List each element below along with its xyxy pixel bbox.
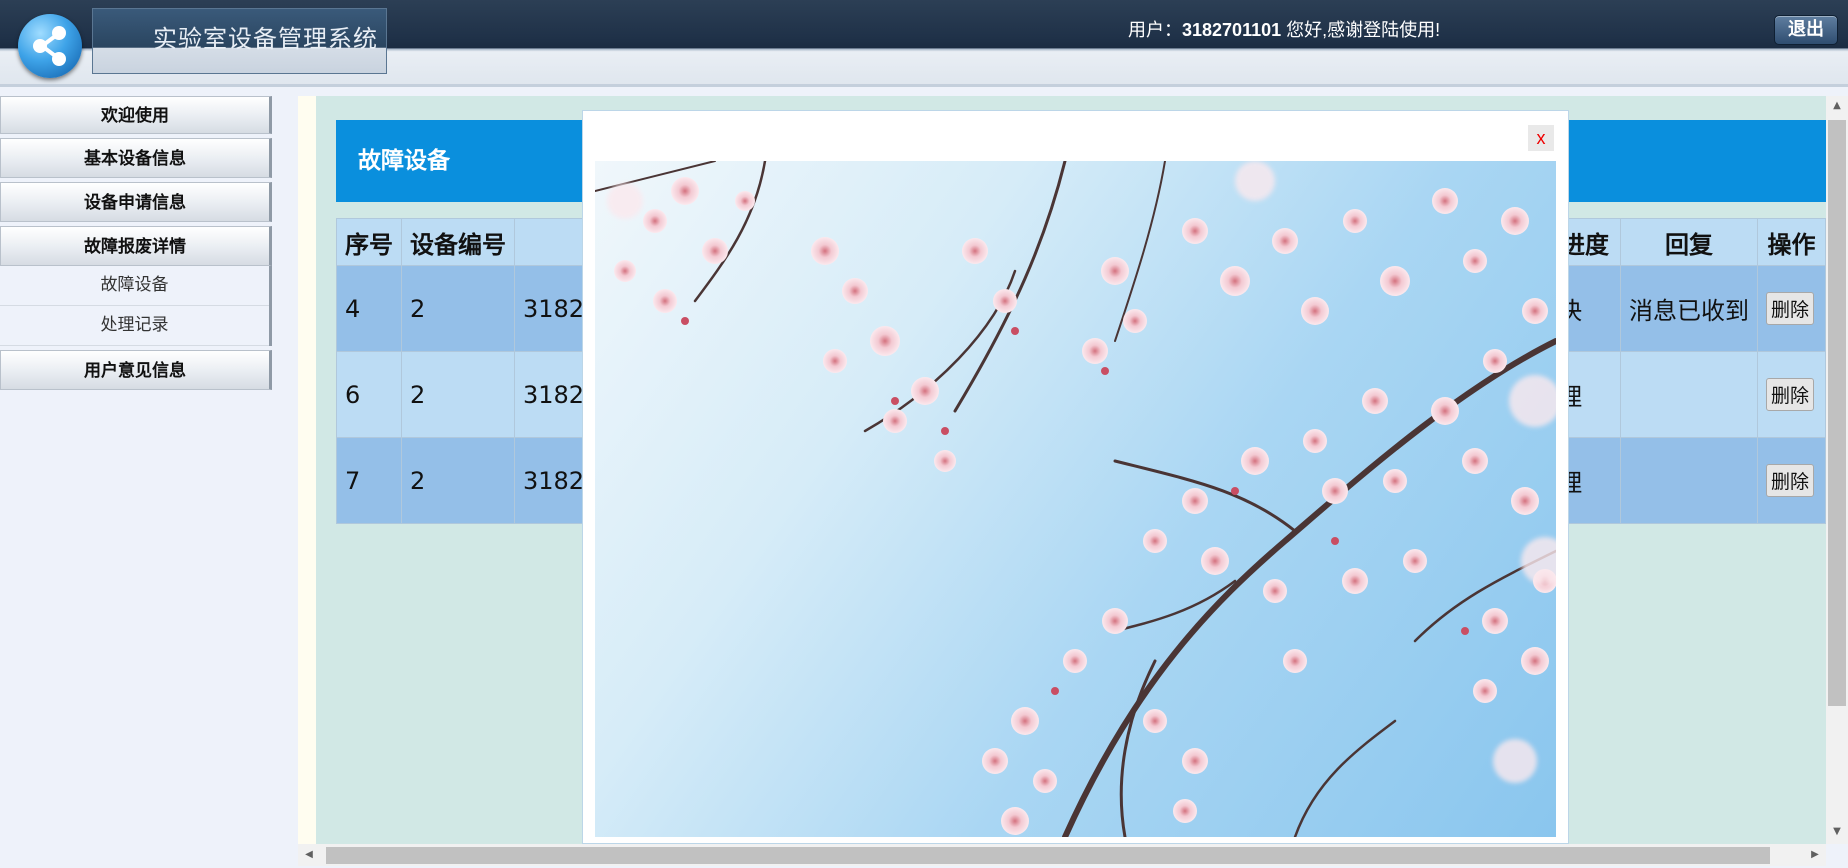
sidebar-item-fault-scrap[interactable]: 故障报废详情 <box>0 226 272 266</box>
cell-index: 7 <box>336 437 402 524</box>
sidebar-subitem-handling-records[interactable]: 处理记录 <box>0 306 269 346</box>
sidebar-subitem-faulty-equipment[interactable]: 故障设备 <box>0 266 269 306</box>
scroll-down-arrow-icon[interactable]: ▼ <box>1826 822 1848 842</box>
cell-reply <box>1620 351 1759 438</box>
cell-equipment-id: 2 <box>401 265 515 352</box>
delete-button[interactable]: 删除 <box>1766 464 1815 497</box>
col-header-index: 序号 <box>336 218 402 266</box>
sidebar-menu: 欢迎使用 基本设备信息 设备申请信息 故障报废详情 故障设备 处理记录 用户意见… <box>0 96 272 394</box>
cell-reply: 消息已收到 <box>1620 265 1759 352</box>
scroll-right-arrow-icon[interactable]: ▶ <box>1804 844 1826 866</box>
horizontal-scrollbar[interactable]: ◀ ▶ <box>298 844 1826 866</box>
logout-button[interactable]: 退出 <box>1774 15 1838 45</box>
vertical-scrollbar[interactable]: ▲ ▼ <box>1826 96 1848 844</box>
scroll-left-arrow-icon[interactable]: ◀ <box>298 844 320 866</box>
cell-action: 删除 <box>1757 351 1826 438</box>
cell-index: 6 <box>336 351 402 438</box>
cherry-blossom-image <box>595 161 1556 837</box>
cell-action: 删除 <box>1757 437 1826 524</box>
cell-equipment-id: 2 <box>401 351 515 438</box>
header-divider <box>0 84 1848 87</box>
sidebar-item-equipment-requests[interactable]: 设备申请信息 <box>0 182 272 222</box>
col-header-action: 操作 <box>1757 218 1826 266</box>
col-header-reply: 回复 <box>1620 218 1759 266</box>
image-preview-modal: x <box>582 110 1569 844</box>
horizontal-scroll-thumb[interactable] <box>326 847 1770 864</box>
sidebar-item-welcome[interactable]: 欢迎使用 <box>0 96 272 134</box>
cell-action: 删除 <box>1757 265 1826 352</box>
col-header-equipment-id: 设备编号 <box>401 218 515 266</box>
user-id: 3182701101 <box>1182 20 1282 40</box>
cherry-blossom-illustration <box>595 161 1556 837</box>
cell-reply <box>1620 437 1759 524</box>
top-header: 实验室设备管理系统 用户：3182701101 您好,感谢登陆使用! 退出 <box>0 0 1848 87</box>
scroll-up-arrow-icon[interactable]: ▲ <box>1826 96 1848 116</box>
share-logo-icon <box>18 14 82 78</box>
fault-submenu: 故障设备 处理记录 <box>0 266 272 346</box>
delete-button[interactable]: 删除 <box>1766 292 1815 325</box>
vertical-scroll-thumb[interactable] <box>1828 120 1846 706</box>
system-title-box: 实验室设备管理系统 <box>92 8 387 74</box>
user-prefix: 用户： <box>1128 20 1182 40</box>
sidebar-item-user-feedback[interactable]: 用户意见信息 <box>0 350 272 390</box>
close-button[interactable]: x <box>1528 125 1554 151</box>
system-title: 实验室设备管理系统 <box>153 25 378 53</box>
delete-button[interactable]: 删除 <box>1766 378 1815 411</box>
cell-index: 4 <box>336 265 402 352</box>
cell-equipment-id: 2 <box>401 437 515 524</box>
sidebar-item-equipment-info[interactable]: 基本设备信息 <box>0 138 272 178</box>
user-greeting: 用户：3182701101 您好,感谢登陆使用! <box>1128 16 1440 42</box>
greeting-text: 您好,感谢登陆使用! <box>1281 20 1441 40</box>
